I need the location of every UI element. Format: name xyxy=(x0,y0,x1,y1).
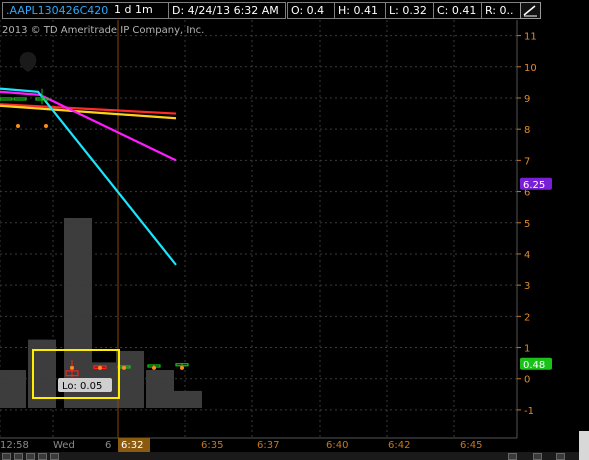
price-axis-label: 5 xyxy=(524,219,530,230)
marker-dot xyxy=(98,365,102,370)
low-label: L: 0.32 xyxy=(385,2,437,19)
time-axis-label: 6:37 xyxy=(257,440,279,451)
price-axis-label: -1 xyxy=(524,406,534,417)
time-axis-label: Wed xyxy=(53,440,75,451)
drawing-tool-icon xyxy=(523,5,537,17)
volume-bar xyxy=(146,370,174,408)
range-label: R: 0.. xyxy=(481,2,522,19)
copyright-text: 2013 © TD Ameritrade IP Company, Inc. xyxy=(2,25,204,36)
marker-dot xyxy=(152,365,156,370)
time-axis-label: 6:45 xyxy=(460,440,482,451)
date-time-label: D: 4/24/13 6:32 AM xyxy=(168,2,286,19)
volume-bar xyxy=(0,370,26,408)
price-axis-label: 8 xyxy=(524,125,530,136)
scroll-right-icon[interactable] xyxy=(508,453,517,460)
price-axis-label: 4 xyxy=(524,250,530,261)
price-axis-label: 0 xyxy=(524,375,530,386)
cursor-icon[interactable] xyxy=(38,453,47,460)
aggregation-label[interactable]: 1 d 1m xyxy=(111,2,167,17)
crosshair-icon[interactable] xyxy=(26,453,35,460)
close-label: C: 0.41 xyxy=(433,2,485,19)
pan-icon[interactable] xyxy=(14,453,23,460)
time-highlight-label: 6:32 xyxy=(121,440,143,451)
price-axis-label: 7 xyxy=(524,156,530,167)
high-label: H: 0.41 xyxy=(334,2,388,19)
time-axis-label: 12:58 xyxy=(0,440,29,451)
scroll-left-icon[interactable] xyxy=(50,453,59,460)
price-axis-label: 1 xyxy=(524,344,530,355)
marker-dot xyxy=(70,365,74,370)
zoom-icon[interactable] xyxy=(2,453,11,460)
price-chart[interactable]: 2013 © TD Ameritrade IP Company, Inc. Lo:… xyxy=(0,20,589,452)
scrollbar-handle[interactable] xyxy=(579,431,589,460)
volume-bar xyxy=(174,390,202,408)
chart-settings-button[interactable] xyxy=(520,2,541,19)
annotation-label: Lo: 0.05 xyxy=(62,381,102,392)
marker-dot xyxy=(16,124,20,129)
expand-icon[interactable] xyxy=(533,453,542,460)
time-axis-label: 6 xyxy=(105,440,111,451)
price-axis-label: 3 xyxy=(524,281,530,292)
bottom-toolbar xyxy=(0,452,589,460)
marker-dot xyxy=(44,124,48,129)
time-axis-label: 6:35 xyxy=(201,440,223,451)
marker-dot xyxy=(122,365,126,370)
chart-header: .AAPL130426C420 1 d 1m D: 4/24/13 6:32 A… xyxy=(0,0,589,20)
time-axis-label: 6:42 xyxy=(388,440,410,451)
price-badge-label: 0.48 xyxy=(523,360,545,371)
volume-bar xyxy=(116,351,144,408)
price-axis-label: 9 xyxy=(524,94,530,105)
time-axis-label: 6:40 xyxy=(326,440,348,451)
price-badge-label: 6.25 xyxy=(523,180,545,191)
settings-icon[interactable] xyxy=(556,453,565,460)
marker-dot xyxy=(180,365,184,370)
open-label: O: 0.4 xyxy=(287,2,337,19)
price-axis-label: 10 xyxy=(524,63,537,74)
price-axis-label: 2 xyxy=(524,312,530,323)
price-axis-label: 11 xyxy=(524,32,537,43)
